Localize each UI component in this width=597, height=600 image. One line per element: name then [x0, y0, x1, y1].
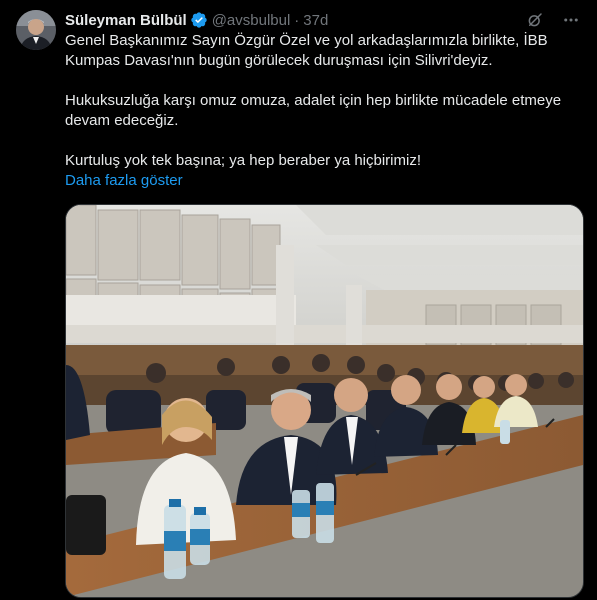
- show-more-link[interactable]: Daha fazla göster: [65, 172, 183, 189]
- author-handle[interactable]: @avsbulbul: [212, 12, 291, 29]
- grok-icon[interactable]: [525, 10, 545, 30]
- tweet-photo[interactable]: [65, 204, 584, 598]
- tweet-text: Genel Başkanımız Sayın Özgür Özel ve yol…: [65, 31, 585, 191]
- avatar[interactable]: [16, 10, 56, 50]
- tweet-header: Süleyman Bülbül @avsbulbul · 37d: [65, 10, 581, 30]
- tweet[interactable]: Süleyman Bülbül @avsbulbul · 37d Genel B…: [0, 0, 597, 600]
- post-time[interactable]: 37d: [303, 12, 328, 29]
- separator-dot: ·: [294, 11, 300, 29]
- verified-badge-icon: [190, 11, 208, 29]
- tweet-paragraph: Kurtuluş yok tek başına; ya hep beraber …: [65, 152, 422, 169]
- header-actions: [525, 10, 581, 30]
- more-icon[interactable]: [561, 10, 581, 30]
- author-name[interactable]: Süleyman Bülbül: [65, 12, 187, 29]
- tweet-paragraph: Genel Başkanımız Sayın Özgür Özel ve yol…: [65, 32, 548, 69]
- tweet-paragraph: Hukuksuzluğa karşı omuz omuza, adalet iç…: [65, 92, 562, 129]
